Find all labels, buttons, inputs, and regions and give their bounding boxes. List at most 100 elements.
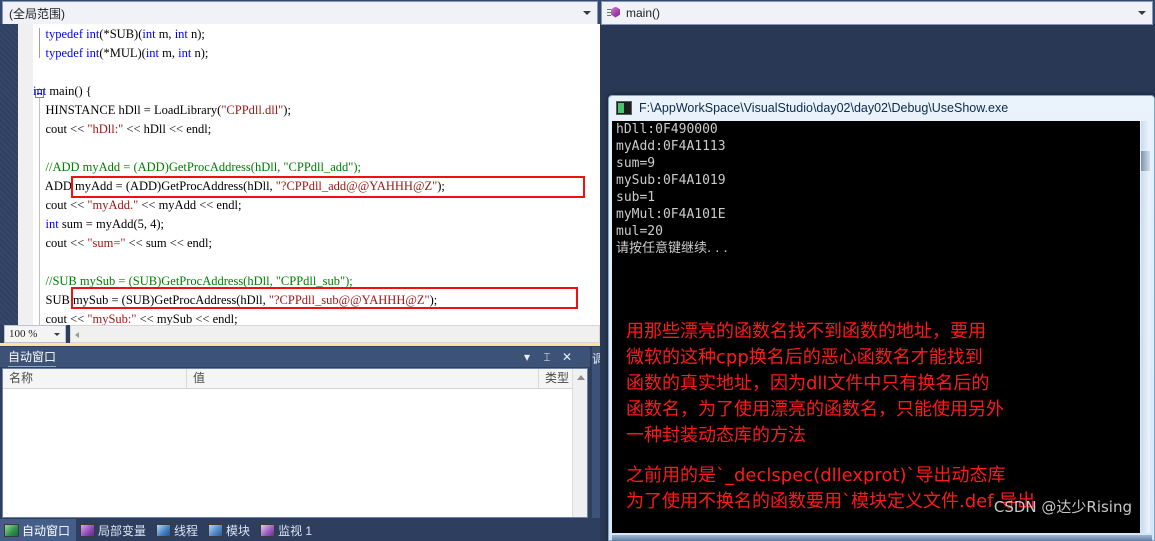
scroll-up-icon[interactable] <box>577 375 585 380</box>
code-line: typedef int(*SUB)(int m, int n); <box>33 25 445 44</box>
code-editor[interactable]: typedef int(*SUB)(int m, int n); typedef… <box>18 24 600 325</box>
column-header-value[interactable]: 值 <box>187 369 539 389</box>
editor-indicator-margin <box>0 24 18 325</box>
editor-gutter <box>18 24 33 325</box>
chevron-down-icon[interactable]: ▾ <box>520 350 534 364</box>
console-output-line: mul=20 <box>616 224 663 239</box>
autos-panel-body[interactable]: 名称 值 类型 <box>2 368 588 518</box>
code-token: cout << <box>33 122 88 136</box>
tab-autos-window[interactable]: 自动窗口 <box>0 519 77 541</box>
chevron-down-icon[interactable] <box>54 333 60 336</box>
code-line: cout << "sum=" << sum << endl; <box>33 234 445 253</box>
code-text[interactable]: typedef int(*SUB)(int m, int n); typedef… <box>33 24 445 325</box>
tab-modules-window[interactable]: 模块 <box>204 519 256 541</box>
code-line: cout << "hDll:" << hDll << endl; <box>33 120 445 139</box>
code-token: (*SUB)( <box>99 27 143 41</box>
pin-icon[interactable]: ⌶ <box>540 350 554 364</box>
tab-label: 局部变量 <box>98 523 147 538</box>
console-titlebar[interactable]: F:\AppWorkSpace\VisualStudio\day02\day02… <box>608 95 1155 121</box>
chevron-down-icon[interactable] <box>1138 11 1146 15</box>
code-token: "hDll:" <box>87 122 124 136</box>
tab-watch-window[interactable]: 监视 1 <box>256 519 318 541</box>
console-output-line: sum=9 <box>616 156 656 171</box>
code-line: //ADD myAdd = (ADD)GetProcAddress(hDll, … <box>33 158 445 177</box>
close-icon[interactable]: ✕ <box>560 350 574 364</box>
code-line: HINSTANCE hDll = LoadLibrary("CPPdll.dll… <box>33 101 445 120</box>
editor-status-strip: 100 % <box>0 325 600 343</box>
zoom-level-dropdown[interactable]: 100 % <box>4 325 66 343</box>
annotation-line: 用那些漂亮的函数名找不到函数的地址，要用 <box>626 321 986 342</box>
code-token: cout << <box>33 198 88 212</box>
code-token: "mySub:" <box>87 312 137 325</box>
console-window-bottom-edge <box>612 535 1152 541</box>
console-output-area[interactable]: hDll:0F490000 myAdd:0F4A1113 sum=9 mySub:0F… <box>612 121 1140 533</box>
code-token: << myAdd << endl; <box>138 198 242 212</box>
code-token: n); <box>191 46 209 60</box>
code-token: "CPPdll.dll" <box>221 103 284 117</box>
column-header-type[interactable]: 类型 <box>539 369 573 389</box>
code-token: n); <box>187 27 205 41</box>
chevron-down-icon[interactable] <box>583 11 591 15</box>
member-dropdown-label: main() <box>626 6 661 20</box>
annotation-line: 一种封装动态库的方法 <box>626 425 806 446</box>
autos-vertical-scrollbar[interactable] <box>572 369 587 517</box>
autos-panel-title: 自动窗口 <box>8 348 57 367</box>
code-token: << mySub << endl; <box>136 312 238 325</box>
tab-threads-window[interactable]: 线程 <box>152 519 204 541</box>
locals-window-icon <box>80 523 96 537</box>
code-token: //SUB mySub = (SUB)GetProcAddress(hDll, … <box>33 274 353 288</box>
code-token: (*MUL)( <box>99 46 146 60</box>
scrollbar-thumb[interactable] <box>1141 151 1150 171</box>
code-token: sum = myAdd(5, 4); <box>58 217 165 231</box>
console-annotation-text: 用那些漂亮的函数名找不到函数的地址，要用 微软的这种cpp换名后的恶心函数名才能找… <box>626 319 1136 515</box>
code-token: typedef <box>45 46 83 60</box>
tab-label: 模块 <box>226 523 251 538</box>
callstack-panel-edge[interactable] <box>592 347 600 518</box>
method-cube-icon <box>607 6 622 21</box>
callstack-panel-title: 调 <box>592 352 600 366</box>
watch-window-icon <box>260 523 276 537</box>
code-token: int <box>33 84 47 98</box>
code-token: ); <box>429 293 438 307</box>
editor-horizontal-scrollbar[interactable] <box>70 325 600 343</box>
code-token: typedef <box>45 27 83 41</box>
autos-column-header: 名称 值 类型 <box>3 369 587 389</box>
annotation-line: 函数的真实地址，因为dll文件中只有换名后的 <box>626 373 990 394</box>
code-token: m, <box>155 27 175 41</box>
code-line: int sum = myAdd(5, 4); <box>33 215 445 234</box>
console-vertical-scrollbar[interactable] <box>1141 121 1150 533</box>
console-output-lines: hDll:0F490000 myAdd:0F4A1113 sum=9 mySub:0F… <box>612 121 1140 257</box>
scroll-left-icon[interactable] <box>75 332 79 338</box>
code-token: m, <box>159 46 179 60</box>
scope-dropdown[interactable]: (全局范围) <box>2 1 598 25</box>
console-output-line: mySub:0F4A1019 <box>616 173 726 188</box>
code-token: int <box>86 27 100 41</box>
code-token: "?CPPdll_sub@@YAHHH@Z" <box>268 293 430 307</box>
annotation-spacer <box>626 449 1136 463</box>
console-output-line: 请按任意键继续. . . <box>616 241 728 256</box>
console-title-text: F:\AppWorkSpace\VisualStudio\day02\day02… <box>639 101 1009 115</box>
threads-window-icon <box>156 523 172 537</box>
code-token: "myAdd." <box>87 198 139 212</box>
tab-locals-window[interactable]: 局部变量 <box>76 519 152 541</box>
zoom-level-label: 100 % <box>9 328 38 340</box>
code-token: main() { <box>46 84 92 98</box>
code-line: cout << "myAdd." << myAdd << endl; <box>33 196 445 215</box>
code-token: int <box>45 217 59 231</box>
code-token: ); <box>437 179 445 193</box>
code-token: //ADD myAdd = (ADD)GetProcAddress(hDll, … <box>33 160 362 174</box>
tab-label: 自动窗口 <box>22 523 71 538</box>
code-line: typedef int(*MUL)(int m, int n); <box>33 44 445 63</box>
console-window[interactable]: F:\AppWorkSpace\VisualStudio\day02\day02… <box>608 95 1155 541</box>
annotation-line: 函数名，为了使用漂亮的函数名，只能使用另外 <box>626 399 1004 420</box>
console-output-line: myAdd:0F4A1113 <box>616 139 726 154</box>
member-dropdown[interactable]: main() <box>601 1 1153 25</box>
column-header-name[interactable]: 名称 <box>3 369 187 389</box>
code-token: int <box>142 27 156 41</box>
code-token: int <box>86 46 100 60</box>
